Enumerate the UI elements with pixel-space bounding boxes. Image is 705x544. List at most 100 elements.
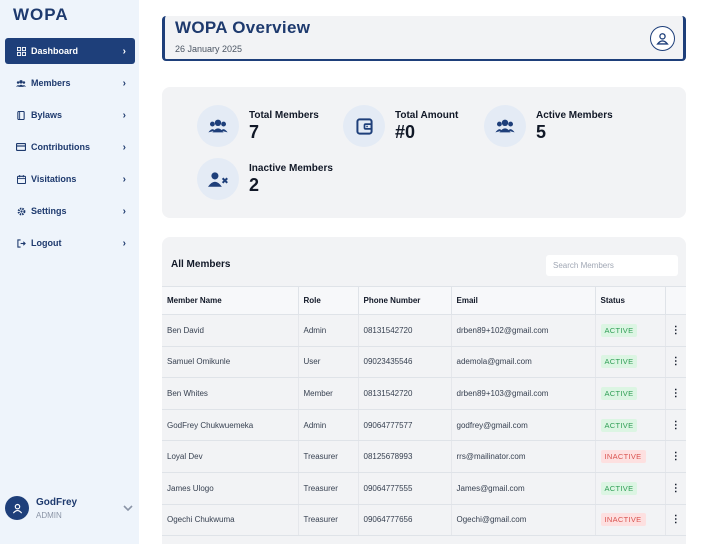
more-vertical-icon[interactable]: ⋮: [671, 388, 681, 399]
status-badge: ACTIVE: [600, 323, 638, 337]
chevron-down-icon[interactable]: [123, 503, 133, 514]
table-row[interactable]: Samuel Omikunle User 09023435546 ademola@gm…: [162, 346, 686, 379]
members-table-body: Ben David Admin 08131542720 drben89+102@gma…: [162, 314, 686, 537]
member-role: Treasurer: [298, 440, 359, 473]
column-header-name[interactable]: Member Name: [162, 286, 299, 315]
table-row[interactable]: James Ulogo Treasurer 09064777555 James@gma…: [162, 472, 686, 505]
member-role: Member: [298, 377, 359, 410]
sidebar-item-label: Logout: [31, 238, 62, 248]
member-phone: 09064777577: [358, 409, 452, 442]
sidebar-nav: Dashboard › Members › Bylaws › Contribut…: [5, 38, 135, 262]
member-role: Treasurer: [298, 504, 359, 537]
user-menu[interactable]: GodFrey ADMIN: [5, 494, 133, 522]
status-badge: ACTIVE: [600, 481, 638, 495]
sidebar-item-label: Contributions: [31, 142, 90, 152]
member-role: Admin: [298, 314, 359, 347]
user-remove-icon: [197, 158, 239, 200]
more-vertical-icon[interactable]: ⋮: [671, 483, 681, 494]
chevron-right-icon: ›: [122, 77, 126, 89]
row-actions-cell: ⋮: [665, 314, 686, 347]
table-header-row: Member Name Role Phone Number Email Stat…: [162, 286, 686, 315]
sidebar-item-members[interactable]: Members ›: [5, 70, 135, 96]
column-header-actions: [665, 286, 686, 315]
more-vertical-icon[interactable]: ⋮: [671, 451, 681, 462]
search-members-input[interactable]: [546, 255, 678, 276]
sidebar-item-label: Bylaws: [31, 110, 63, 120]
members-panel: All Members Member Name Role Phone Numbe…: [162, 237, 686, 544]
member-status-cell: ACTIVE: [595, 346, 666, 379]
calendar-icon: [16, 174, 26, 184]
sidebar-item-label: Members: [31, 78, 71, 88]
member-name: Ben David: [162, 314, 299, 347]
sidebar: WOPA Dashboard › Members › Bylaws › Cont…: [0, 0, 139, 544]
table-row[interactable]: Loyal Dev Treasurer 08125678993 rrs@mailina…: [162, 440, 686, 473]
member-status-cell: ACTIVE: [595, 409, 666, 442]
users-icon: [197, 105, 239, 147]
members-table: Member Name Role Phone Number Email Stat…: [162, 286, 686, 537]
stat-label: Total Amount: [395, 110, 459, 121]
member-status-cell: INACTIVE: [595, 504, 666, 537]
user-name: GodFrey: [36, 496, 78, 508]
member-role: Treasurer: [298, 472, 359, 505]
status-badge: ACTIVE: [600, 386, 638, 400]
user-icon: [656, 33, 669, 45]
member-name: Samuel Omikunle: [162, 346, 299, 379]
member-status-cell: INACTIVE: [595, 440, 666, 473]
sidebar-item-logout[interactable]: Logout ›: [5, 230, 135, 256]
stat-value: 7: [249, 122, 260, 142]
chevron-right-icon: ›: [122, 205, 126, 217]
table-row[interactable]: Ogechi Chukwuma Treasurer 09064777656 Ogech…: [162, 504, 686, 537]
column-header-phone[interactable]: Phone Number: [358, 286, 452, 315]
stat-active-members: Active Members 5: [484, 105, 613, 147]
member-role: Admin: [298, 409, 359, 442]
sidebar-item-settings[interactable]: Settings ›: [5, 198, 135, 224]
gear-icon: [16, 206, 26, 216]
table-row[interactable]: Ben Whites Member 08131542720 drben89+103@g…: [162, 377, 686, 410]
column-header-role[interactable]: Role: [298, 286, 359, 315]
grid-icon: [16, 46, 26, 56]
stat-total-members: Total Members 7: [197, 105, 319, 147]
sidebar-item-dashboard[interactable]: Dashboard ›: [5, 38, 135, 64]
sidebar-item-label: Settings: [31, 206, 67, 216]
member-email: drben89+102@gmail.com: [451, 314, 596, 347]
column-header-status[interactable]: Status: [595, 286, 666, 315]
member-email: Ogechi@gmail.com: [451, 504, 596, 537]
row-actions-cell: ⋮: [665, 472, 686, 505]
profile-button[interactable]: [650, 26, 675, 51]
users-icon: [16, 78, 26, 88]
page-title: WOPA Overview: [175, 18, 311, 37]
chevron-right-icon: ›: [122, 45, 126, 57]
member-name: Ogechi Chukwuma: [162, 504, 299, 537]
sidebar-item-visitations[interactable]: Visitations ›: [5, 166, 135, 192]
app-logo: WOPA: [13, 5, 69, 24]
table-row[interactable]: GodFrey Chukwuemeka Admin 09064777577 godfr…: [162, 409, 686, 442]
member-status-cell: ACTIVE: [595, 377, 666, 410]
member-name: Ben Whites: [162, 377, 299, 410]
sidebar-item-label: Visitations: [31, 174, 77, 184]
more-vertical-icon[interactable]: ⋮: [671, 356, 681, 367]
wallet-icon: [343, 105, 385, 147]
book-icon: [16, 110, 26, 120]
sidebar-item-label: Dashboard: [31, 46, 79, 56]
stat-label: Inactive Members: [249, 163, 333, 174]
app-root: WOPA Dashboard › Members › Bylaws › Cont…: [0, 0, 705, 544]
chevron-right-icon: ›: [122, 141, 126, 153]
chevron-right-icon: ›: [122, 173, 126, 185]
stat-total-amount: Total Amount #0: [343, 105, 458, 147]
row-actions-cell: ⋮: [665, 440, 686, 473]
table-row[interactable]: Ben David Admin 08131542720 drben89+102@gma…: [162, 314, 686, 347]
more-vertical-icon[interactable]: ⋮: [671, 420, 681, 431]
more-vertical-icon[interactable]: ⋮: [671, 514, 681, 525]
status-badge: INACTIVE: [600, 513, 646, 527]
member-phone: 08131542720: [358, 377, 452, 410]
column-header-email[interactable]: Email: [451, 286, 596, 315]
users-icon: [484, 105, 526, 147]
member-phone: 08125678993: [358, 440, 452, 473]
member-email: James@gmail.com: [451, 472, 596, 505]
sidebar-item-bylaws[interactable]: Bylaws ›: [5, 102, 135, 128]
more-vertical-icon[interactable]: ⋮: [671, 325, 681, 336]
chevron-right-icon: ›: [122, 109, 126, 121]
sidebar-item-contributions[interactable]: Contributions ›: [5, 134, 135, 160]
row-actions-cell: ⋮: [665, 377, 686, 410]
member-email: godfrey@gmail.com: [451, 409, 596, 442]
